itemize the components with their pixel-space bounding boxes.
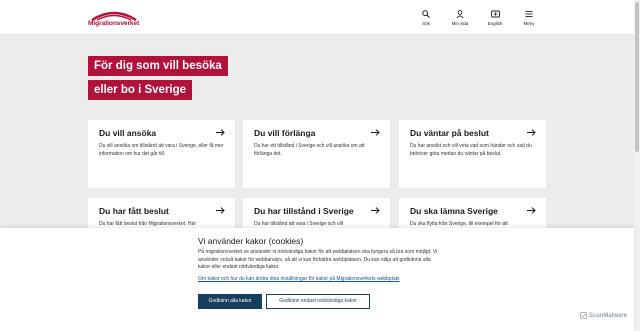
nav-english[interactable]: English [480, 10, 510, 26]
cookie-banner: Vi använder kakor (cookies) På migration… [0, 228, 634, 331]
arrow-right-icon [216, 207, 225, 214]
arrow-right-icon [371, 207, 380, 214]
watermark-text: ScanMalware [589, 312, 628, 319]
card-extend[interactable]: Du vill förlänga Du har ett tillstånd i … [243, 120, 390, 188]
site-header: Migrationsverket Sök Min sida English Me… [0, 0, 634, 35]
arrow-right-icon [527, 207, 536, 214]
card-description: Du har ansökt och vill veta vad som händ… [410, 143, 532, 158]
card-description: Du vill ansöka om tillstånd att vara i S… [99, 143, 224, 158]
nav-menu-label: Meny [523, 21, 535, 26]
card-title: Du väntar på beslut [410, 128, 489, 138]
scanmalware-watermark: ScanMalware [580, 312, 627, 319]
scanmalware-logo-icon [580, 312, 587, 319]
card-title: Du har tillstånd i Sverige [254, 206, 354, 216]
hero-title-line-1: För dig som vill besöka [88, 56, 228, 76]
arrow-right-icon [371, 129, 380, 136]
scrollbar-thumb[interactable] [635, 2, 639, 152]
card-description: Du har fått beslut från Migrationsverket… [99, 221, 196, 227]
nav-search-label: Sök [422, 21, 430, 26]
nav-search[interactable]: Sök [411, 10, 441, 26]
accept-all-cookies-button[interactable]: Godkänn alla kakor [198, 294, 262, 309]
nav-my-page[interactable]: Min sida [445, 10, 475, 26]
nav-my-page-label: Min sida [451, 21, 469, 26]
cookie-text: På migrationsverket.se använder vi nödvä… [198, 249, 438, 271]
user-icon [456, 10, 464, 18]
hero-title-line-2: eller bo i Sverige [88, 80, 193, 100]
arrow-right-icon [216, 129, 225, 136]
card-title: Du vill ansöka [99, 128, 157, 138]
cookie-settings-link[interactable]: Om kakor och hur du kan ändra dina instä… [198, 276, 400, 282]
card-apply[interactable]: Du vill ansöka Du vill ansöka om tillstå… [88, 120, 235, 188]
logo-text: Migrationsverket [88, 20, 140, 27]
search-icon [422, 10, 430, 18]
migrationsverket-logo[interactable]: Migrationsverket [88, 8, 140, 30]
card-description: Du har tillstånd att vara i Sverige och … [254, 221, 343, 227]
card-title: Du ska lämna Sverige [410, 206, 498, 216]
page-scrollbar[interactable] [634, 0, 640, 331]
card-description: Du ska flytta från Sverige, till exempel… [410, 221, 508, 227]
card-title: Du har fått beslut [99, 206, 169, 216]
nav-menu[interactable]: Meny [514, 10, 544, 26]
card-description: Du har ett tillstånd i Sverige och vill … [254, 143, 365, 158]
nav-english-label: English [487, 21, 503, 26]
cookie-title: Vi använder kakor (cookies) [198, 236, 304, 246]
card-waiting[interactable]: Du väntar på beslut Du har ansökt och vi… [399, 120, 546, 188]
arrow-right-icon [527, 129, 536, 136]
menu-icon [525, 11, 533, 17]
card-title: Du vill förlänga [254, 128, 316, 138]
accept-necessary-cookies-button[interactable]: Godkänn endast nödvändiga kakor [266, 294, 370, 309]
language-icon [490, 10, 500, 18]
